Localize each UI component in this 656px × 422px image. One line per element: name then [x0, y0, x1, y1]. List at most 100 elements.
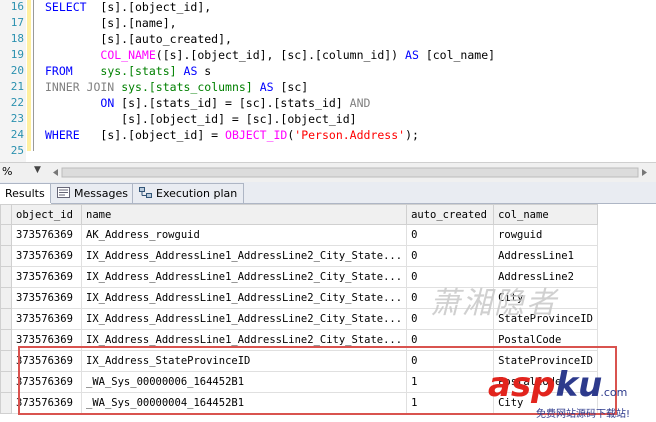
table-cell[interactable]: IX_Address_AddressLine1_AddressLine2_Cit… [80, 308, 408, 330]
row-header[interactable] [0, 371, 12, 393]
code-line[interactable]: [s].[name], [45, 15, 177, 31]
tab-execution-plan[interactable]: Execution plan [132, 183, 245, 203]
code-token: [s].[stats_id] = [sc].[stats_id] [114, 96, 350, 110]
code-line[interactable]: COL_NAME([s].[object_id], [sc].[column_i… [45, 47, 495, 63]
watermark-logo-domain: .com [600, 386, 628, 399]
code-token: OBJECT_ID [225, 128, 288, 142]
grid-header-row: object_id name auto_created col_name [0, 204, 599, 225]
table-cell[interactable]: 0 [406, 245, 495, 267]
line-number: 20 [10, 64, 24, 77]
watermark-logo-ku: ku [555, 365, 603, 405]
code-line[interactable]: SELECT [s].[object_id], [45, 0, 211, 15]
code-token: AS [259, 80, 274, 94]
table-row[interactable]: 373576369 IX_Address_AddressLine1_Address… [0, 245, 599, 267]
line-number: 22 [10, 96, 24, 109]
code-token: INNER JOIN [45, 80, 115, 94]
column-header-object-id[interactable]: object_id [11, 204, 82, 225]
line-number: 25 [10, 144, 24, 157]
table-cell[interactable]: IX_Address_AddressLine1_AddressLine2_Cit… [80, 245, 408, 267]
row-header[interactable] [0, 287, 12, 309]
column-header-col-name[interactable]: col_name [493, 204, 599, 225]
code-token: AS [405, 48, 419, 62]
code-token: sys.[stats_columns] [121, 80, 253, 94]
tab-messages[interactable]: Messages [50, 183, 135, 203]
row-header[interactable] [0, 266, 12, 288]
line-number: 16 [10, 0, 24, 13]
code-line[interactable]: [s].[object_id] = [sc].[object_id] [45, 111, 356, 127]
code-token: [s].[auto_created], [45, 32, 232, 46]
table-cell[interactable]: 0 [406, 224, 495, 246]
table-cell[interactable]: 373576369 [11, 224, 82, 246]
sql-editor[interactable]: 1617181920212223242526 SELECT [s].[objec… [0, 0, 656, 173]
line-number: 23 [10, 112, 24, 125]
watermark-text: 萧湘隐者 [430, 286, 558, 321]
code-token: AS [183, 64, 198, 78]
code-line[interactable]: FROM sys.[stats] AS s [45, 63, 211, 79]
tab-execution-plan-label: Execution plan [156, 187, 238, 200]
tab-results[interactable]: Results [0, 183, 52, 204]
code-line[interactable]: WHERE [s].[object_id] = OBJECT_ID('Perso… [45, 127, 419, 143]
table-row[interactable]: 373576369 AK_Address_rowguid 0 rowguid [0, 224, 599, 246]
zoom-bar: % ▼ [0, 162, 656, 183]
code-token: SELECT [45, 0, 87, 14]
table-cell[interactable]: IX_Address_AddressLine1_AddressLine2_Cit… [80, 266, 408, 288]
code-token: [s].[object_id] = [79, 128, 226, 142]
column-header-auto-created[interactable]: auto_created [406, 204, 495, 225]
messages-icon [57, 185, 70, 198]
table-cell[interactable]: 373576369 [11, 287, 82, 309]
row-header[interactable] [0, 392, 12, 414]
execution-plan-icon [139, 185, 152, 198]
tab-messages-label: Messages [74, 187, 128, 200]
code-token: ); [405, 128, 419, 142]
outline-collapse-line [33, 0, 34, 151]
code-token: 'Person.Address' [294, 128, 406, 142]
code-token: COL_NAME [100, 48, 156, 62]
line-number: 17 [10, 16, 24, 29]
line-number: 18 [10, 32, 24, 45]
watermark-logo-asp: asp [488, 365, 556, 405]
tab-results-label: Results [5, 187, 45, 200]
code-line[interactable]: ON [s].[stats_id] = [sc].[stats_id] AND [45, 95, 370, 111]
line-number: 19 [10, 48, 24, 61]
code-token: [sc] [273, 80, 309, 94]
code-token: ON [100, 96, 115, 110]
row-header[interactable] [0, 224, 12, 246]
table-cell[interactable]: 373576369 [11, 245, 82, 267]
table-cell[interactable]: rowguid [493, 224, 599, 246]
code-line[interactable]: [s].[auto_created], [45, 31, 232, 47]
results-tab-bar: Results Messages Execution plan [0, 182, 656, 204]
table-cell[interactable]: 373576369 [11, 266, 82, 288]
code-token: [s].[object_id], [86, 0, 212, 14]
code-token: s [197, 64, 212, 78]
table-cell[interactable]: 373576369 [11, 308, 82, 330]
code-token: FROM [45, 64, 73, 78]
code-token: AND [349, 96, 371, 110]
column-header-name[interactable]: name [80, 204, 408, 225]
code-token: [s].[name], [45, 16, 177, 30]
table-cell[interactable]: IX_Address_AddressLine1_AddressLine2_Cit… [80, 287, 408, 309]
table-cell[interactable]: AddressLine1 [493, 245, 599, 267]
row-header[interactable] [0, 245, 12, 267]
row-header[interactable] [0, 350, 12, 372]
zoom-dropdown-icon[interactable]: ▼ [34, 165, 41, 175]
row-header[interactable] [0, 329, 12, 351]
line-number: 21 [10, 80, 24, 93]
code-token: WHERE [45, 128, 80, 142]
zoom-level[interactable]: % [2, 165, 12, 178]
code-token: ([s].[object_id], [sc].[column_id]) [155, 48, 406, 62]
row-header[interactable] [0, 308, 12, 330]
code-line[interactable]: INNER JOIN sys.[stats_columns] AS [sc] [45, 79, 308, 95]
line-number-gutter: 1617181920212223242526 [0, 0, 26, 173]
table-cell[interactable]: AK_Address_rowguid [80, 224, 408, 246]
watermark-tagline: 免费网站源码下载站! [536, 409, 631, 420]
code-token: [col_name] [418, 48, 496, 62]
row-header-corner[interactable] [0, 204, 12, 225]
change-tracking-bar [27, 0, 31, 151]
horizontal-scrollbar[interactable] [50, 167, 650, 178]
line-number: 24 [10, 128, 24, 141]
